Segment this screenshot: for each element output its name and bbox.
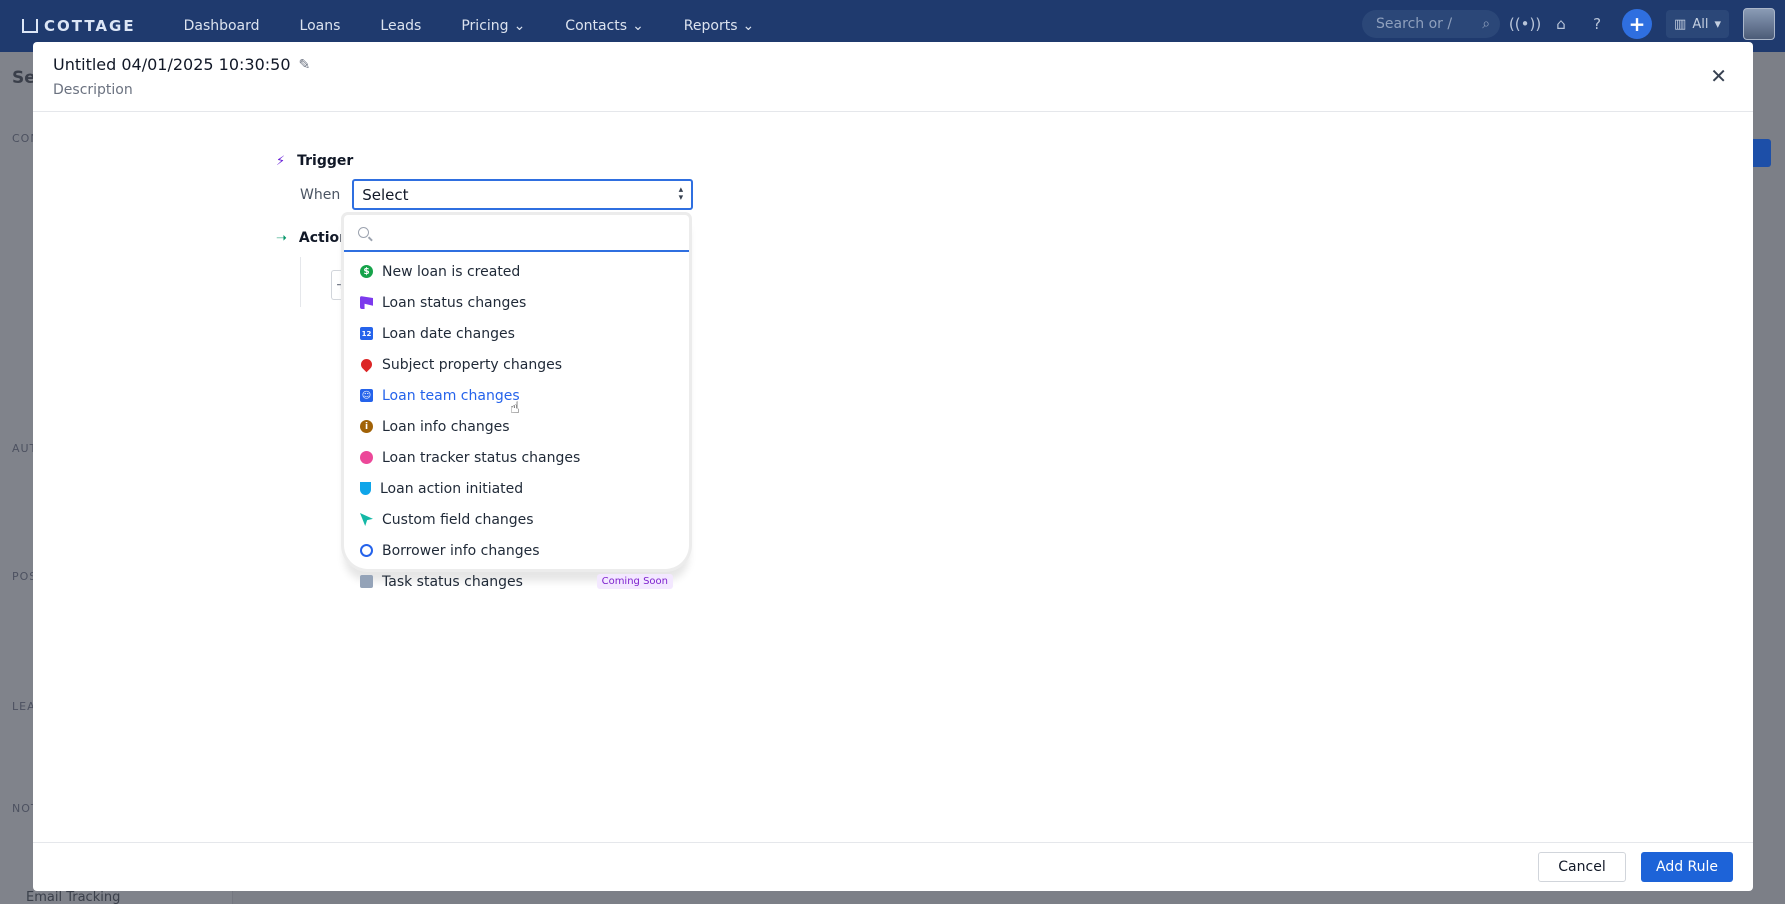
nav-contacts[interactable]: Contacts ⌄ — [545, 18, 664, 34]
logo-icon — [22, 19, 38, 33]
option-label: Task status changes — [382, 573, 523, 590]
pencil-icon[interactable]: ✎ — [299, 57, 311, 73]
nav-pricing[interactable]: Pricing ⌄ — [441, 18, 545, 34]
clipboard-icon — [360, 575, 373, 588]
trigger-option-custom-field[interactable]: Custom field changes — [344, 504, 689, 535]
help-icon[interactable]: ? — [1586, 13, 1608, 35]
flag-icon — [360, 296, 373, 309]
search-icon — [358, 227, 369, 238]
info-icon: i — [360, 420, 373, 433]
lightning-icon: ⚡ — [276, 153, 286, 169]
search-icon: ⌕ — [1482, 16, 1491, 32]
trigger-option-new-loan[interactable]: $ New loan is created — [344, 256, 689, 287]
nav-reports-label: Reports — [683, 18, 738, 34]
cursor-icon — [360, 513, 373, 526]
trigger-option-loan-action[interactable]: Loan action initiated — [344, 473, 689, 504]
modal-header: Untitled 04/01/2025 10:30:50 ✎ Descripti… — [33, 42, 1753, 112]
trigger-dropdown-menu: $ New loan is created Loan status change… — [344, 215, 689, 590]
trigger-option-subject-property[interactable]: Subject property changes — [344, 349, 689, 380]
chevron-down-icon: ⌄ — [513, 18, 526, 34]
option-label: Loan info changes — [382, 418, 510, 435]
cottage-logo[interactable]: COTTAGE — [22, 17, 136, 35]
chevron-down-icon: ⌄ — [742, 18, 755, 34]
bank-icon[interactable]: ⌂ — [1550, 13, 1572, 35]
rule-title-text: Untitled 04/01/2025 10:30:50 — [53, 55, 291, 74]
building-icon: ▥ — [1674, 16, 1687, 32]
when-row: When Select ▴ ▾ — [300, 179, 694, 210]
map-pin-icon — [358, 356, 375, 373]
trigger-option-loan-status[interactable]: Loan status changes — [344, 287, 689, 318]
background-email-tracking-link: Email Tracking — [26, 890, 121, 904]
nav-dashboard[interactable]: Dashboard — [164, 18, 280, 34]
nav-dashboard-label: Dashboard — [183, 18, 260, 34]
trigger-option-borrower-info[interactable]: Borrower info changes — [344, 535, 689, 566]
logo-text: COTTAGE — [44, 17, 136, 35]
scope-label: All — [1692, 16, 1709, 32]
broadcast-icon[interactable]: ((•)) — [1509, 13, 1541, 35]
nav-contacts-label: Contacts — [565, 18, 628, 34]
user-circle-icon — [360, 544, 373, 557]
option-label: Loan action initiated — [380, 480, 524, 497]
nav-leads-label: Leads — [380, 18, 422, 34]
global-search-placeholder: Search or / — [1376, 16, 1453, 32]
background-right-edge — [1753, 52, 1785, 904]
create-new-button[interactable]: + — [1622, 9, 1653, 39]
scope-selector[interactable]: ▥ All ▾ — [1666, 10, 1729, 38]
option-label: Custom field changes — [382, 511, 534, 528]
team-icon: ☺ — [360, 389, 373, 402]
option-label: Loan tracker status changes — [382, 449, 581, 466]
hand-pointer-icon — [360, 482, 371, 495]
nav-loans-label: Loans — [299, 18, 341, 34]
coming-soon-badge: Coming Soon — [596, 574, 673, 589]
add-rule-modal: Untitled 04/01/2025 10:30:50 ✎ Descripti… — [33, 42, 1753, 891]
calendar-icon: 12 — [360, 327, 373, 340]
option-label: Borrower info changes — [382, 542, 540, 559]
nav-loans[interactable]: Loans — [280, 18, 361, 34]
mouse-pointer-icon: ☝ — [510, 398, 520, 417]
nav-leads[interactable]: Leads — [360, 18, 441, 34]
stopwatch-icon — [360, 451, 373, 464]
trigger-option-loan-date[interactable]: 12 Loan date changes — [344, 318, 689, 349]
trigger-option-task-status[interactable]: Task status changes Coming Soon — [344, 566, 689, 597]
option-label: Loan status changes — [382, 294, 527, 311]
nav-right-tools: Search or / ⌕ ((•)) ⌂ ? + ▥ All ▾ — [1362, 8, 1775, 40]
user-avatar[interactable] — [1743, 8, 1775, 40]
when-label: When — [300, 186, 341, 203]
dropdown-search-input[interactable] — [344, 215, 689, 252]
option-label: Subject property changes — [382, 356, 562, 373]
main-nav: Dashboard Loans Leads Pricing ⌄ Contacts ⌄… — [164, 18, 775, 34]
caret-down-icon: ▾ — [1714, 16, 1721, 32]
sort-caret-icon: ▴ ▾ — [678, 185, 684, 203]
add-rule-button[interactable]: Add Rule — [1641, 852, 1733, 882]
modal-footer: Cancel Add Rule — [33, 842, 1753, 891]
chevron-down-icon: ⌄ — [632, 18, 644, 34]
trigger-label: Trigger — [297, 153, 354, 169]
trigger-section-header: ⚡ Trigger — [276, 153, 353, 169]
trigger-options-list: $ New loan is created Loan status change… — [344, 256, 689, 597]
trigger-select[interactable]: Select ▴ ▾ — [352, 179, 694, 210]
trigger-select-value: Select — [362, 185, 409, 204]
option-label: Loan team changes — [382, 387, 520, 404]
arrow-right-icon: ➝ — [276, 230, 287, 246]
rule-title: Untitled 04/01/2025 10:30:50 ✎ — [53, 55, 310, 74]
rule-description[interactable]: Description — [53, 82, 133, 98]
cancel-button[interactable]: Cancel — [1538, 852, 1626, 882]
option-label: New loan is created — [382, 263, 521, 280]
close-icon[interactable]: ✕ — [1710, 66, 1727, 86]
global-search-input[interactable]: Search or / ⌕ — [1362, 10, 1501, 38]
nav-pricing-label: Pricing — [461, 18, 509, 34]
trigger-option-loan-tracker[interactable]: Loan tracker status changes — [344, 442, 689, 473]
dollar-icon: $ — [360, 265, 373, 278]
nav-reports[interactable]: Reports ⌄ — [664, 18, 774, 34]
option-label: Loan date changes — [382, 325, 515, 342]
actions-connector-line — [300, 257, 301, 307]
